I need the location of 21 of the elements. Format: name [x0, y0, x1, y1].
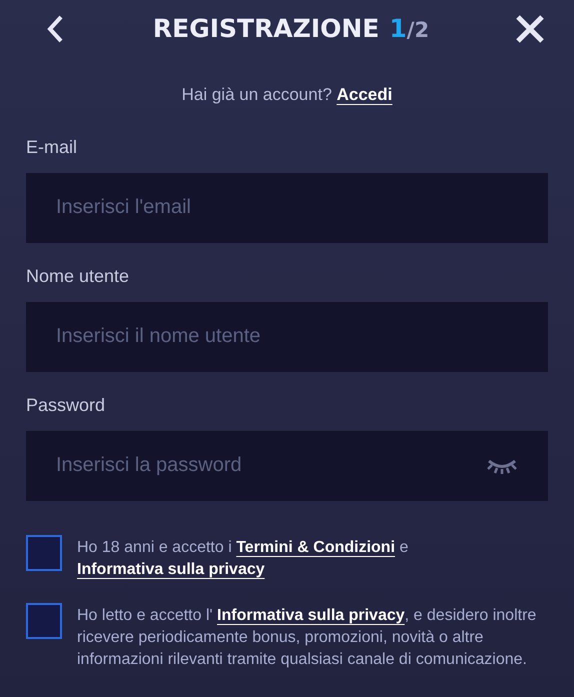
policy-link[interactable]: Informativa sulla privacy — [77, 560, 265, 578]
field-label: E-mail — [26, 136, 78, 158]
login-prompt: Hai già un account? Accedi — [182, 84, 392, 106]
page-title: REGISTRAZIONE — [152, 13, 380, 46]
consent-text: Ho 18 anni e accetto i Termini & Condizioni e Informativa sulla privacy — [77, 538, 410, 580]
login-link[interactable]: Accedi — [336, 85, 392, 104]
consent-text: Ho letto e accetto l' Informativa sulla privacy, e desidero inoltre ricevere periodicamente bonus, promozioni, novità o altre informazioni rilevanti tramite qualsiasi canale di comunicazione. — [77, 606, 538, 670]
field-label: Nome utente — [26, 264, 130, 288]
checkbox[interactable] — [26, 602, 62, 638]
input-field[interactable]: Inserisci l'email — [26, 172, 548, 242]
step-total: /2 — [406, 17, 430, 44]
input-field[interactable]: Inserisci la password — [26, 430, 548, 500]
close-icon — [514, 14, 545, 44]
closed-eye-icon[interactable] — [486, 458, 518, 474]
back-icon — [46, 14, 64, 44]
input-field[interactable]: Inserisci il nome utente — [26, 302, 548, 372]
policy-link[interactable]: Termini & Condizioni — [236, 538, 396, 556]
checkbox[interactable] — [26, 534, 62, 570]
field-label: Password — [26, 394, 106, 416]
policy-link[interactable]: Informativa sulla privacy — [217, 606, 405, 624]
step-number: 1 — [389, 13, 407, 46]
